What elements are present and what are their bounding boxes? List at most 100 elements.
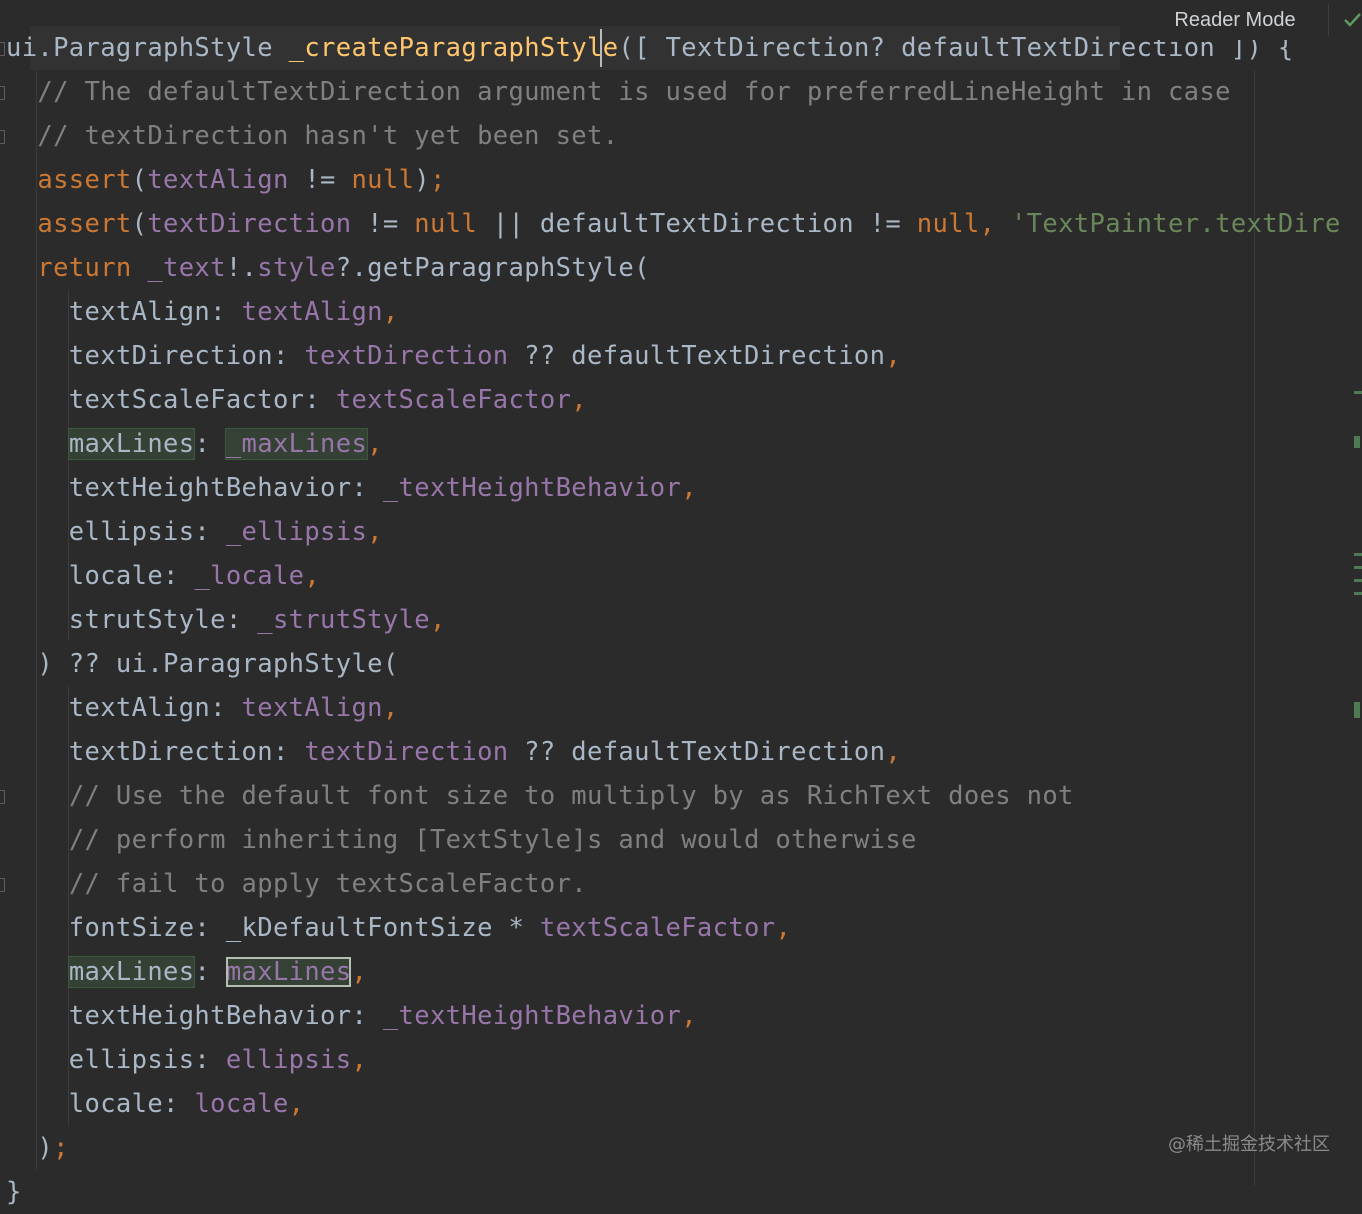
code-token: textDirection: xyxy=(6,737,305,767)
code-line[interactable]: textHeightBehavior: _textHeightBehavior, xyxy=(6,994,697,1038)
code-token: ) xyxy=(414,165,430,195)
code-token: } xyxy=(6,1177,22,1207)
code-token: ) xyxy=(6,1133,54,1163)
code-line[interactable]: return _text!.style?.getParagraphStyle( xyxy=(6,246,650,290)
code-token: textScaleFactor xyxy=(335,385,572,415)
code-token: textDirection xyxy=(304,737,509,767)
code-line[interactable]: } xyxy=(6,1170,22,1214)
code-line[interactable]: ); xyxy=(6,1126,69,1170)
code-line[interactable]: locale: locale, xyxy=(6,1082,304,1126)
change-marker[interactable] xyxy=(1354,592,1362,595)
code-token: locale: xyxy=(6,1089,195,1119)
toolbar-divider xyxy=(1328,4,1329,36)
code-token: , xyxy=(429,605,446,635)
code-token: // textDirection hasn't yet been set. xyxy=(37,121,619,151)
code-token: // Use the default font size to multiply… xyxy=(68,781,1074,811)
change-marker[interactable] xyxy=(1354,553,1362,556)
code-token: , xyxy=(681,1001,697,1031)
code-line[interactable]: assert(textDirection != null || defaultT… xyxy=(6,202,1341,246)
code-token: , xyxy=(885,737,902,767)
change-marker[interactable] xyxy=(1354,391,1362,394)
scrollbar-markers[interactable] xyxy=(1354,0,1362,1186)
code-token: textAlign xyxy=(241,297,383,327)
code-token: assert xyxy=(37,209,132,239)
code-token: ( xyxy=(131,209,148,239)
change-marker[interactable] xyxy=(1354,702,1360,718)
code-token: textDirection xyxy=(304,341,509,371)
code-token: maxLines xyxy=(67,956,196,988)
code-line[interactable]: ellipsis: _ellipsis, xyxy=(6,510,383,554)
code-token: textScaleFactor: xyxy=(6,385,336,415)
code-line[interactable]: // The defaultTextDirection argument is … xyxy=(6,70,1231,114)
code-line[interactable]: textScaleFactor: textScaleFactor, xyxy=(6,378,587,422)
code-token: textAlign: xyxy=(6,693,242,723)
code-token: strutStyle: xyxy=(6,605,258,635)
code-line[interactable]: textAlign: textAlign, xyxy=(6,290,399,334)
code-line[interactable]: textDirection: textDirection ?? defaultT… xyxy=(6,334,901,378)
code-line[interactable]: ellipsis: ellipsis, xyxy=(6,1038,367,1082)
code-token: ; xyxy=(429,165,446,195)
code-lines: ui.ParagraphStyle _createParagraphStyle (… xyxy=(0,0,1362,1207)
code-line[interactable]: ui.ParagraphStyle _createParagraphStyle(… xyxy=(6,26,1294,70)
code-token: , xyxy=(351,957,368,987)
code-token: maxLines xyxy=(225,957,352,987)
code-token: , xyxy=(367,429,383,459)
code-line[interactable]: ) ?? ui.ParagraphStyle( xyxy=(6,642,399,686)
code-line[interactable]: assert(textAlign != null); xyxy=(6,158,446,202)
code-token: // The defaultTextDirection argument is … xyxy=(37,77,1231,107)
code-token: || defaultTextDirection != xyxy=(477,209,917,239)
code-line[interactable]: maxLines: maxLines, xyxy=(6,950,367,994)
code-token: , xyxy=(288,1089,305,1119)
code-token: ?.getParagraphStyle( xyxy=(335,253,650,283)
code-token: , xyxy=(571,385,587,415)
code-line[interactable]: textHeightBehavior: _textHeightBehavior, xyxy=(6,466,697,510)
code-line[interactable]: textAlign: textAlign, xyxy=(6,686,399,730)
code-token: return xyxy=(37,253,132,283)
code-token: textAlign xyxy=(241,693,383,723)
code-token: null xyxy=(916,209,980,239)
code-token: , xyxy=(367,517,383,547)
change-marker[interactable] xyxy=(1354,436,1360,448)
code-line[interactable]: strutStyle: _strutStyle, xyxy=(6,598,446,642)
code-token: textDirection: xyxy=(6,341,305,371)
code-token: _text xyxy=(147,253,226,283)
code-line[interactable]: // perform inheriting [TextStyle]s and w… xyxy=(6,818,917,862)
code-token: ; xyxy=(53,1133,69,1163)
code-line[interactable]: locale: _locale, xyxy=(6,554,320,598)
code-token: , xyxy=(885,341,902,371)
code-token: , xyxy=(979,209,996,239)
change-marker[interactable] xyxy=(1354,579,1362,582)
code-token: ellipsis: xyxy=(6,517,226,547)
code-token: textDirection xyxy=(147,209,352,239)
code-line[interactable]: fontSize: _kDefaultFontSize * textScaleF… xyxy=(6,906,791,950)
watermark: @稀土掘金技术社区 xyxy=(1168,1134,1330,1155)
code-token: // fail to apply textScaleFactor. xyxy=(68,869,587,899)
code-token: _textHeightBehavior xyxy=(382,473,682,503)
text-caret xyxy=(600,29,602,67)
code-token: _maxLines xyxy=(224,428,369,460)
code-line[interactable]: // Use the default font size to multiply… xyxy=(6,774,1074,818)
code-token: != xyxy=(288,165,352,195)
reader-mode-button[interactable]: Reader Mode xyxy=(1150,0,1320,40)
code-token: != xyxy=(351,209,415,239)
code-token: !. xyxy=(225,253,258,283)
code-token: textHeightBehavior: xyxy=(6,1001,383,1031)
code-line[interactable]: // fail to apply textScaleFactor. xyxy=(6,862,587,906)
code-token: locale: xyxy=(6,561,195,591)
code-token: ellipsis xyxy=(225,1045,352,1075)
change-marker[interactable] xyxy=(1354,566,1362,569)
code-token: null xyxy=(351,165,415,195)
code-token: , xyxy=(681,473,697,503)
code-line[interactable]: textDirection: textDirection ?? defaultT… xyxy=(6,730,901,774)
code-editor[interactable]: ui.ParagraphStyle _createParagraphStyle (… xyxy=(0,0,1362,1207)
code-line[interactable]: maxLines: _maxLines, xyxy=(6,422,383,466)
code-line[interactable]: // textDirection hasn't yet been set. xyxy=(6,114,618,158)
